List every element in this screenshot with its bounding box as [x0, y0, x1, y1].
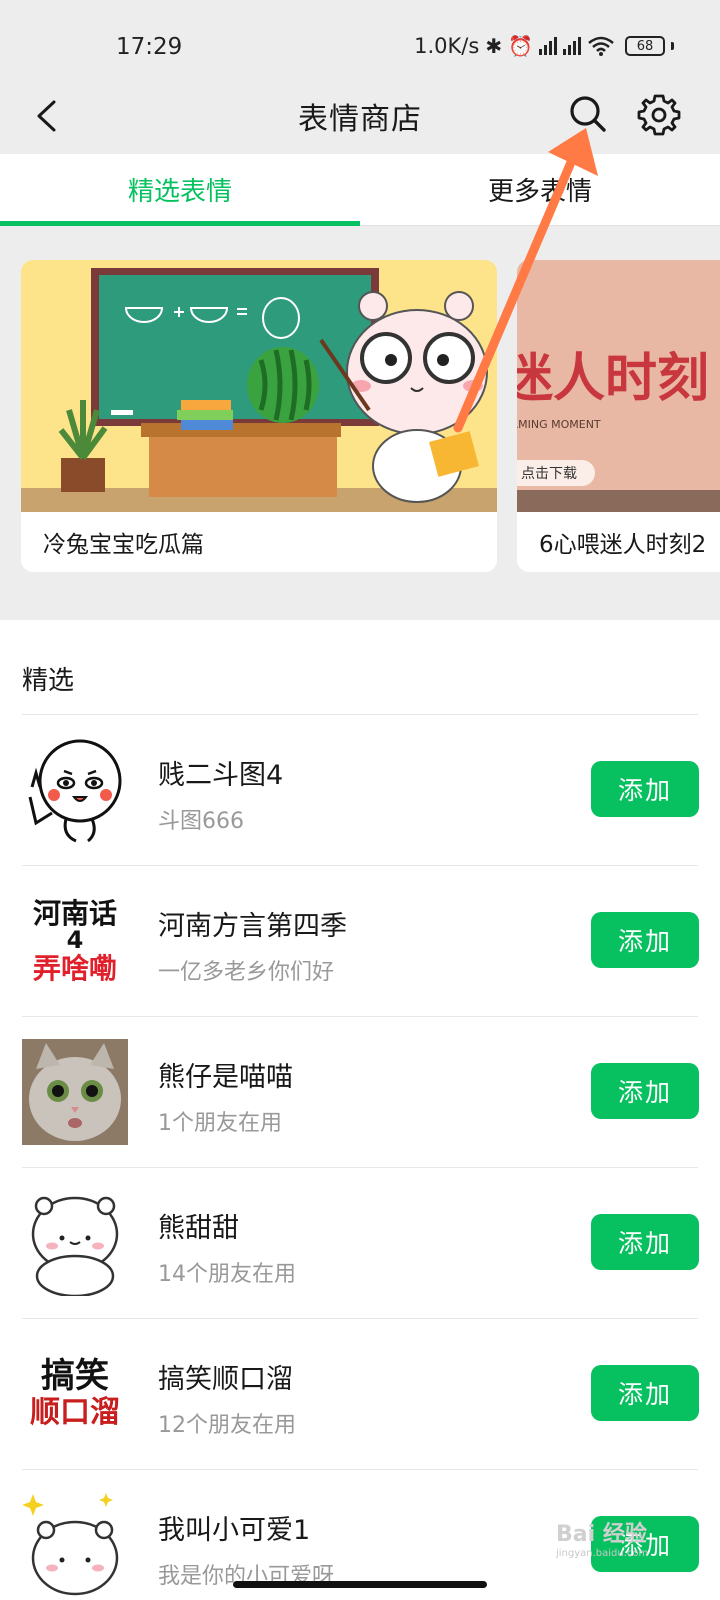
- add-button[interactable]: 添加: [591, 1365, 699, 1421]
- tab-bar: 精选表情 更多表情: [0, 154, 720, 226]
- banner-card-2[interactable]: 迷人时刻 CHARMING MOMENT 点击下载 6心喂迷人时刻2: [517, 260, 720, 572]
- add-button[interactable]: 添加: [591, 912, 699, 968]
- item-name: 我叫小可爱1: [158, 1515, 311, 1546]
- status-bar: 17:29 1.0K/s ✱ ⏰ 68: [0, 0, 720, 80]
- cartoon-face-icon: [22, 737, 128, 843]
- add-button[interactable]: 添加: [591, 1063, 699, 1119]
- banner-art-sub: CHARMING MOMENT: [517, 418, 601, 431]
- nav-bar: 表情商店: [0, 80, 720, 154]
- item-name: 河南方言第四季: [158, 911, 347, 942]
- battery-icon: 68: [625, 36, 665, 56]
- featured-list-section: 精选 贱二斗图4 斗图666 添加 河南话 4 弄啥嘞 河南方言第四季 一亿多老…: [0, 620, 720, 1600]
- gear-icon[interactable]: [634, 90, 684, 140]
- thumb-line: 弄啥嘞: [32, 951, 117, 985]
- network-speed: 1.0K/s: [414, 34, 480, 58]
- add-button[interactable]: 添加: [591, 1214, 699, 1270]
- list-item[interactable]: 熊仔是喵喵 1个朋友在用 添加: [0, 1017, 720, 1168]
- tab-featured[interactable]: 精选表情: [0, 154, 360, 226]
- watermark-text: Bai 经验: [556, 1522, 647, 1547]
- item-subtitle: 14个朋友在用: [158, 1262, 296, 1287]
- item-name: 熊甜甜: [158, 1213, 239, 1244]
- thumb-line: 顺口溜: [30, 1395, 120, 1431]
- status-icons: 1.0K/s ✱ ⏰ 68: [414, 34, 674, 58]
- section-title: 精选: [22, 666, 75, 696]
- thumb-line: 4: [66, 926, 84, 955]
- search-icon[interactable]: [564, 90, 612, 138]
- wifi-icon: [588, 36, 614, 56]
- cat-photo-thumb: [22, 1039, 128, 1145]
- thumb-line: 河南话: [32, 897, 117, 931]
- list-item[interactable]: 熊甜甜 14个朋友在用 添加: [0, 1168, 720, 1319]
- status-time: 17:29: [116, 34, 183, 60]
- gaoxiao-text-thumb: 搞笑 顺口溜: [22, 1341, 128, 1447]
- henan-text-thumb: 河南话 4 弄啥嘞: [22, 888, 128, 994]
- battery-tip: [671, 42, 674, 50]
- sticker-list: 贱二斗图4 斗图666 添加 河南话 4 弄啥嘞 河南方言第四季 一亿多老乡你们…: [0, 715, 720, 1600]
- thumb-line: 搞笑: [41, 1356, 109, 1397]
- watermark: Bai 经验 jingyan.baidu.com: [556, 1516, 648, 1559]
- cute-bear-thumb: [22, 1492, 128, 1598]
- add-button[interactable]: 添加: [591, 761, 699, 817]
- list-item[interactable]: 河南话 4 弄啥嘞 河南方言第四季 一亿多老乡你们好 添加: [0, 866, 720, 1017]
- banner-title-2: 6心喂迷人时刻2: [539, 532, 707, 558]
- item-name: 贱二斗图4: [158, 760, 284, 791]
- banner-carousel: 冷兔宝宝吃瓜篇 迷人时刻 CHARMING MOMENT 点击下载 6心喂迷人时…: [0, 226, 720, 620]
- bear-thumb: [22, 1190, 128, 1296]
- banner-art-text: 迷人时刻: [517, 349, 710, 409]
- list-item[interactable]: 搞笑 顺口溜 搞笑顺口溜 12个朋友在用 添加: [0, 1319, 720, 1470]
- item-name: 搞笑顺口溜: [158, 1364, 293, 1395]
- tab-more[interactable]: 更多表情: [360, 154, 720, 225]
- item-subtitle: 1个朋友在用: [158, 1111, 282, 1136]
- banner-title-1: 冷兔宝宝吃瓜篇: [43, 532, 204, 558]
- banner-image-1: [21, 260, 497, 512]
- item-subtitle: 12个朋友在用: [158, 1413, 296, 1438]
- home-indicator[interactable]: [233, 1581, 487, 1588]
- alarm-icon: ⏰: [508, 34, 533, 58]
- list-item[interactable]: 贱二斗图4 斗图666 添加: [0, 715, 720, 866]
- banner-card-1[interactable]: 冷兔宝宝吃瓜篇: [21, 260, 497, 572]
- banner-art-button: 点击下载: [517, 460, 595, 486]
- page-title: 表情商店: [298, 102, 422, 137]
- banner-image-2: 迷人时刻 CHARMING MOMENT 点击下载: [517, 260, 720, 512]
- bluetooth-icon: ✱: [485, 34, 503, 58]
- signal-icon-2: [563, 37, 581, 55]
- item-subtitle: 斗图666: [158, 809, 244, 834]
- watermark-sub: jingyan.baidu.com: [556, 1548, 649, 1559]
- item-subtitle: 一亿多老乡你们好: [158, 960, 335, 985]
- item-name: 熊仔是喵喵: [158, 1062, 293, 1093]
- signal-icon: [539, 37, 557, 55]
